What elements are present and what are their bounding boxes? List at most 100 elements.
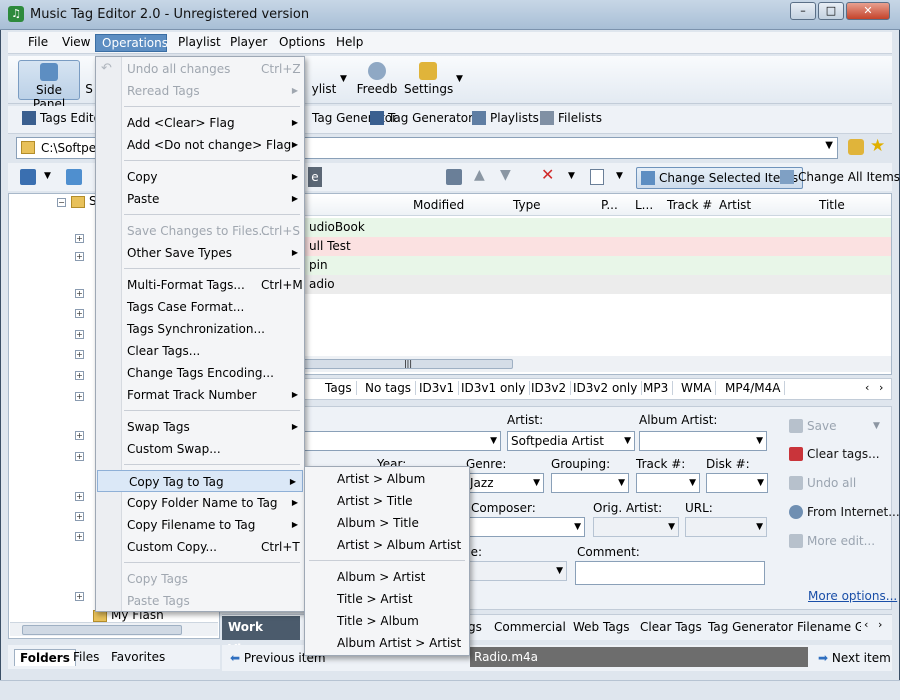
- menu-item-copy-tags[interactable]: Copy Tags: [96, 568, 304, 590]
- menu-help[interactable]: Help: [330, 34, 369, 52]
- tree-expand-toggle[interactable]: +: [75, 452, 84, 461]
- menu-item-save-changes-to-files[interactable]: Save Changes to Files... Ctrl+S: [96, 220, 304, 242]
- table-row[interactable]: udioBook: [223, 218, 891, 237]
- settings-button[interactable]: Settings: [404, 60, 453, 100]
- tabs-scroll-left-icon[interactable]: ‹: [865, 381, 869, 394]
- tab-filename-generator[interactable]: Filename G: [797, 620, 861, 634]
- close-button[interactable]: ✕: [846, 2, 890, 20]
- album-artist-combobox[interactable]: ▼: [639, 431, 767, 451]
- composer-combobox[interactable]: ▼: [463, 517, 585, 537]
- submenu-item-artist-title[interactable]: Artist > Title: [305, 490, 469, 512]
- track-combobox[interactable]: ▼: [636, 473, 700, 493]
- submenu-item-title-artist[interactable]: Title > Artist: [305, 588, 469, 610]
- tab-mp3[interactable]: MP3: [639, 381, 674, 395]
- orig-artist-combobox[interactable]: ▼: [593, 517, 679, 537]
- menu-item-paste[interactable]: Paste ▶: [96, 188, 304, 210]
- tree-horizontal-scrollbar[interactable]: [10, 622, 218, 636]
- menu-item-other-save-types[interactable]: Other Save Types ▶: [96, 242, 304, 264]
- sort-icon[interactable]: [446, 169, 462, 185]
- tab-id3v1-only[interactable]: ID3v1 only: [457, 381, 531, 395]
- go-folder-icon[interactable]: [848, 139, 864, 155]
- menu-item-copy-tag-to-tag[interactable]: Copy Tag to Tag ▶: [97, 470, 303, 492]
- column-l[interactable]: L...: [635, 198, 653, 212]
- playlist-dropdown-arrow[interactable]: ▼: [340, 74, 347, 84]
- genre-combobox[interactable]: Jazz ▼: [466, 473, 544, 493]
- menu-options[interactable]: Options: [273, 34, 331, 52]
- change-all-items-button[interactable]: Change All Items: [780, 167, 900, 189]
- chevron-down-icon[interactable]: ▼: [825, 140, 833, 151]
- maximize-button[interactable]: □: [818, 2, 844, 20]
- menu-item-add-clear-flag[interactable]: Add <Clear> Flag ▶: [96, 112, 304, 134]
- tree-expand-toggle[interactable]: +: [75, 309, 84, 318]
- menu-item-paste-tags[interactable]: Paste Tags: [96, 590, 304, 612]
- tab-web-tags[interactable]: Web Tags: [573, 620, 630, 634]
- save-button[interactable]: Save: [789, 419, 836, 433]
- tab-id3v2[interactable]: ID3v2: [527, 381, 572, 395]
- scrollbar-thumb[interactable]: [22, 625, 182, 635]
- side-panel-button[interactable]: Side Panel: [18, 60, 80, 111]
- menu-item-swap-tags[interactable]: Swap Tags ▶: [96, 416, 304, 438]
- url-combobox[interactable]: ▼: [685, 517, 767, 537]
- submenu-item-album-artist-artist[interactable]: Album Artist > Artist: [305, 632, 469, 654]
- tab-tags-partial[interactable]: gs: [468, 620, 482, 634]
- tags-editor-button[interactable]: Tags Editor: [22, 111, 106, 129]
- column-artist[interactable]: Artist: [719, 198, 751, 212]
- tree-expand-toggle[interactable]: +: [75, 592, 84, 601]
- menu-item-clear-tags[interactable]: Clear Tags...: [96, 340, 304, 362]
- tab-mp4-m4a[interactable]: MP4/M4A: [721, 381, 786, 395]
- freedb-button[interactable]: Freedb: [354, 60, 400, 100]
- favorite-star-icon[interactable]: ★: [870, 136, 885, 156]
- column-p[interactable]: P...: [601, 198, 618, 212]
- file-list[interactable]: Modified Type P... L... Track # Artist T…: [222, 193, 892, 375]
- tree-expand-toggle[interactable]: +: [75, 252, 84, 261]
- delete-dropdown-arrow[interactable]: ▼: [568, 171, 575, 181]
- submenu-item-artist-album-artist[interactable]: Artist > Album Artist: [305, 534, 469, 556]
- navigate-dropdown-arrow[interactable]: ▼: [44, 171, 51, 181]
- menu-item-tags-synchronization[interactable]: Tags Synchronization...: [96, 318, 304, 340]
- menu-item-change-tags-encoding[interactable]: Change Tags Encoding...: [96, 362, 304, 384]
- menu-item-copy-filename-to-tag[interactable]: Copy Filename to Tag ▶: [96, 514, 304, 536]
- save-dropdown-arrow[interactable]: ▼: [873, 421, 880, 431]
- tabs-scroll-right-icon[interactable]: ›: [879, 381, 883, 394]
- tab-id3v1[interactable]: ID3v1: [415, 381, 460, 395]
- artist-combobox[interactable]: Softpedia Artist ▼: [507, 431, 635, 451]
- menu-item-reread-tags[interactable]: Reread Tags ▶: [96, 80, 304, 102]
- settings-dropdown-arrow[interactable]: ▼: [456, 74, 463, 84]
- submenu-item-album-artist[interactable]: Album > Artist: [305, 566, 469, 588]
- tree-expand-toggle[interactable]: +: [75, 330, 84, 339]
- submenu-item-album-title[interactable]: Album > Title: [305, 512, 469, 534]
- menu-item-add-do-not-change-flag[interactable]: Add <Do not change> Flag ▶: [96, 134, 304, 156]
- menu-item-multi-format-tags[interactable]: Multi-Format Tags... Ctrl+M: [96, 274, 304, 296]
- tree-expand-toggle[interactable]: +: [75, 392, 84, 401]
- tabs-scroll-right-icon[interactable]: ›: [878, 618, 882, 631]
- delete-icon[interactable]: ✕: [541, 165, 554, 184]
- submenu-item-artist-album[interactable]: Artist > Album: [305, 468, 469, 490]
- list-horizontal-scrollbar[interactable]: |||: [223, 356, 891, 372]
- tab-folders[interactable]: Folders: [14, 649, 76, 666]
- tab-favorites[interactable]: Favorites: [106, 649, 170, 665]
- properties-dropdown-arrow[interactable]: ▼: [616, 171, 623, 181]
- tab-tag-generator[interactable]: Tag Generator: [708, 620, 793, 634]
- menu-item-copy[interactable]: Copy ▶: [96, 166, 304, 188]
- tree-expand-toggle[interactable]: +: [75, 512, 84, 521]
- album-combobox[interactable]: ▼: [303, 431, 501, 451]
- comment-textarea[interactable]: [575, 561, 765, 585]
- column-title[interactable]: Title: [819, 198, 845, 212]
- navigate-icon[interactable]: [20, 169, 36, 185]
- scrollbar-thumb[interactable]: |||: [303, 359, 513, 369]
- minimize-button[interactable]: –: [790, 2, 816, 20]
- properties-icon[interactable]: [590, 169, 604, 185]
- tree-expand-toggle[interactable]: +: [75, 234, 84, 243]
- menu-item-undo-all-changes[interactable]: Undo all changes Ctrl+Z: [96, 58, 304, 80]
- disk-combobox[interactable]: ▼: [706, 473, 768, 493]
- menu-playlist[interactable]: Playlist: [172, 34, 227, 52]
- menu-operations[interactable]: Operations: [95, 34, 168, 52]
- playlist-button[interactable]: ylist: [304, 60, 344, 100]
- menu-item-format-track-number[interactable]: Format Track Number ▶: [96, 384, 304, 406]
- menu-item-copy-folder-name-to-tag[interactable]: Copy Folder Name to Tag ▶: [96, 492, 304, 514]
- move-up-icon[interactable]: ▲: [474, 167, 485, 183]
- column-type[interactable]: Type: [513, 198, 541, 212]
- tab-id3v2-only[interactable]: ID3v2 only: [569, 381, 643, 395]
- menu-player[interactable]: Player: [224, 34, 273, 52]
- column-modified[interactable]: Modified: [413, 198, 464, 212]
